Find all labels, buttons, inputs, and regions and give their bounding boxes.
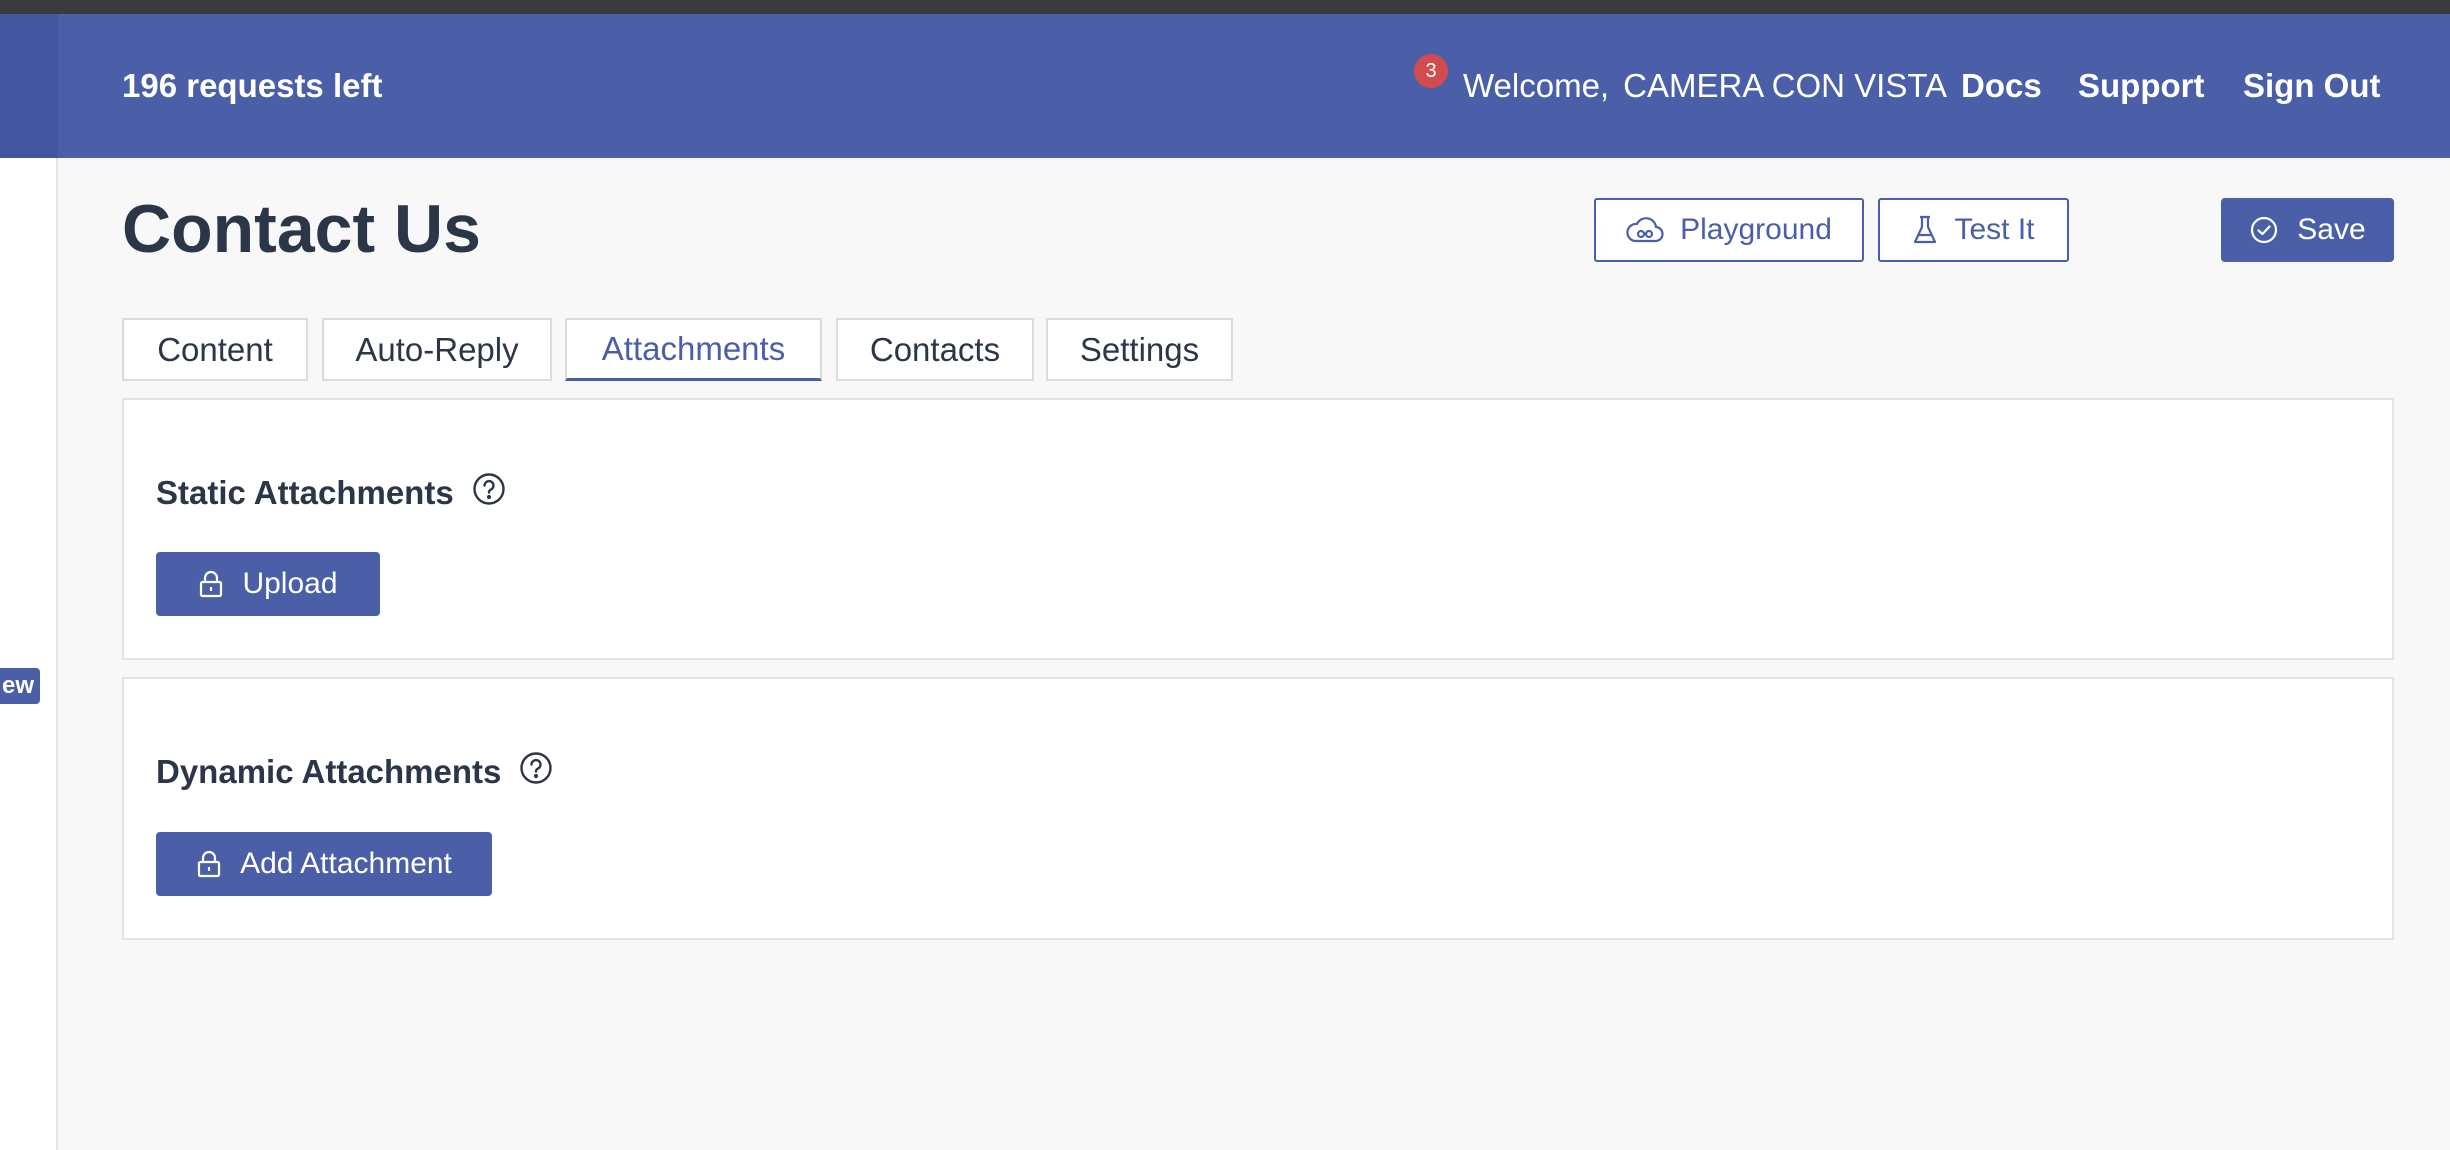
welcome-message: Welcome, CAMERA CON VISTA xyxy=(1463,14,1947,158)
dynamic-attachments-heading: Dynamic Attachments xyxy=(156,751,553,793)
add-attachment-button-label: Add Attachment xyxy=(240,847,452,880)
docs-link[interactable]: Docs xyxy=(1961,14,2042,158)
save-button[interactable]: Save xyxy=(2221,198,2394,262)
requests-left-counter: 196 requests left xyxy=(122,67,383,104)
header-sidebar-segment xyxy=(0,14,58,158)
static-attachments-heading: Static Attachments xyxy=(156,472,506,514)
support-link[interactable]: Support xyxy=(2078,14,2204,158)
tab-content[interactable]: Content xyxy=(122,318,308,381)
tab-settings[interactable]: Settings xyxy=(1046,318,1233,381)
upload-button-label: Upload xyxy=(242,567,338,600)
tab-attachments[interactable]: Attachments xyxy=(565,318,822,381)
static-attachments-title: Static Attachments xyxy=(156,474,454,511)
dynamic-attachments-title: Dynamic Attachments xyxy=(156,753,502,790)
cloud-icon xyxy=(1626,215,1664,245)
tab-contacts[interactable]: Contacts xyxy=(836,318,1034,381)
static-attachments-panel: Static Attachments Upload xyxy=(122,398,2394,660)
welcome-label: Welcome, xyxy=(1463,67,1610,104)
test-it-button-label: Test It xyxy=(1954,213,2035,246)
dynamic-attachments-panel: Dynamic Attachments Add Attachment xyxy=(122,677,2394,940)
help-icon[interactable] xyxy=(519,751,553,793)
left-sidebar: ew xyxy=(0,158,58,1150)
window-top-edge xyxy=(0,0,2450,14)
test-it-button[interactable]: Test It xyxy=(1878,198,2069,262)
notification-badge[interactable]: 3 xyxy=(1414,54,1448,88)
app-header: 196 requests left 3 Welcome, CAMERA CON V… xyxy=(0,14,2450,158)
check-circle-icon xyxy=(2249,215,2279,245)
help-icon[interactable] xyxy=(472,472,506,514)
save-button-label: Save xyxy=(2297,213,2366,246)
add-attachment-button[interactable]: Add Attachment xyxy=(156,832,492,896)
sidebar-tag[interactable]: ew xyxy=(0,668,40,704)
sign-out-link[interactable]: Sign Out xyxy=(2243,14,2380,158)
tab-auto-reply[interactable]: Auto-Reply xyxy=(322,318,552,381)
playground-button[interactable]: Playground xyxy=(1594,198,1864,262)
playground-button-label: Playground xyxy=(1680,213,1832,246)
flask-icon xyxy=(1912,215,1938,245)
page-title: Contact Us xyxy=(122,191,481,267)
lock-icon xyxy=(198,570,224,598)
lock-icon xyxy=(196,850,222,878)
user-name[interactable]: CAMERA CON VISTA xyxy=(1623,67,1947,104)
upload-button[interactable]: Upload xyxy=(156,552,380,616)
